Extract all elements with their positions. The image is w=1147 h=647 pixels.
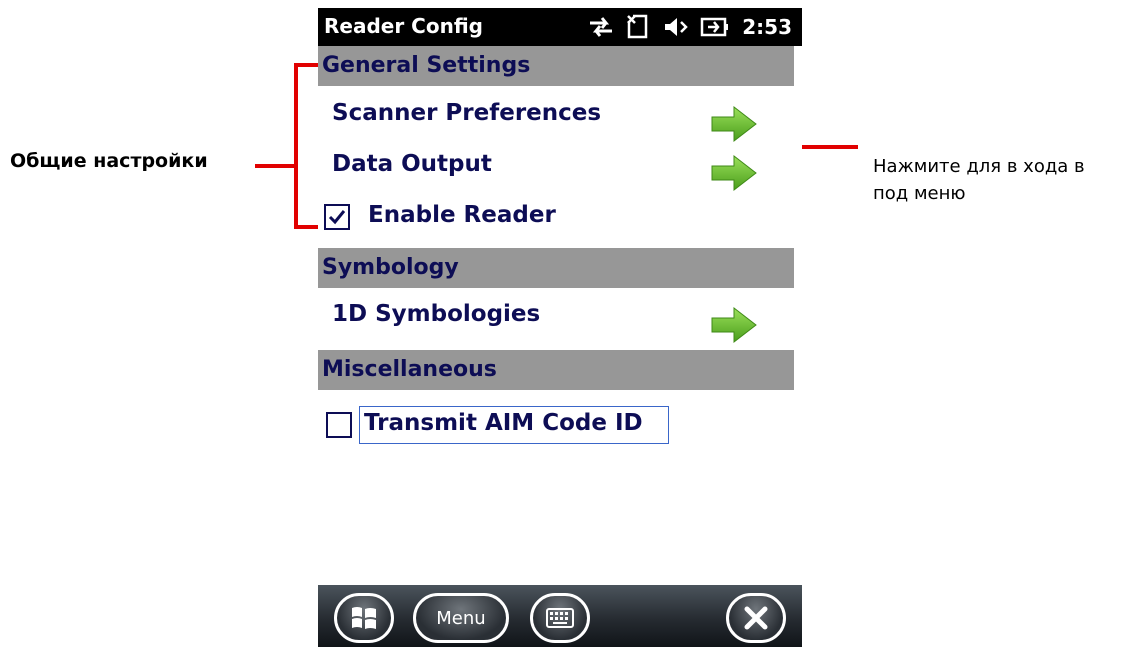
scanner-preferences-arrow-icon[interactable]: [710, 104, 758, 144]
transmit-aim-checkbox[interactable]: [326, 412, 352, 438]
close-button[interactable]: [726, 593, 786, 643]
transmit-aim-label[interactable]: Transmit AIM Code ID: [364, 410, 643, 436]
annotation-general-settings: Общие настройки: [10, 150, 208, 172]
keyboard-button[interactable]: [530, 593, 590, 643]
checkmark-icon: [328, 210, 346, 225]
annotation-submenu-hint: Нажмите для в хода в под меню: [873, 153, 1143, 207]
data-output-label[interactable]: Data Output: [332, 151, 492, 177]
annotation-submenu-line1: Нажмите для в хода в: [873, 156, 1085, 177]
enable-reader-checkbox[interactable]: [324, 204, 350, 230]
section-header-miscellaneous: Miscellaneous: [318, 350, 794, 390]
sync-arrows-icon: [590, 17, 613, 37]
menu-button[interactable]: Menu: [413, 593, 509, 643]
annotation-connector-left: [255, 164, 297, 168]
taskbar: Menu: [318, 585, 802, 647]
1d-symbologies-label[interactable]: 1D Symbologies: [332, 301, 540, 327]
1d-symbologies-arrow-icon[interactable]: [710, 305, 758, 345]
menu-button-label: Menu: [436, 607, 486, 629]
windows-start-icon: [352, 607, 376, 629]
status-clock: 2:53: [742, 15, 792, 39]
data-output-arrow-icon[interactable]: [710, 153, 758, 193]
sim-card-icon: [627, 14, 648, 39]
close-icon: [744, 606, 768, 630]
app-title: Reader Config: [324, 14, 483, 38]
section-header-symbology: Symbology: [318, 248, 794, 288]
annotation-bracket-vertical: [294, 63, 298, 229]
scanner-preferences-label[interactable]: Scanner Preferences: [332, 100, 601, 126]
speaker-muted-icon: [665, 18, 689, 36]
enable-reader-label[interactable]: Enable Reader: [368, 202, 556, 228]
battery-charging-icon: [701, 17, 729, 37]
device-screen: Reader Config 2:53 General Settings Scan…: [318, 8, 802, 647]
start-button[interactable]: [334, 593, 394, 643]
annotation-submenu-line2: под меню: [873, 183, 966, 204]
section-header-general-settings: General Settings: [318, 46, 794, 86]
keyboard-icon: [546, 608, 574, 628]
status-bar: Reader Config 2:53: [318, 8, 802, 46]
